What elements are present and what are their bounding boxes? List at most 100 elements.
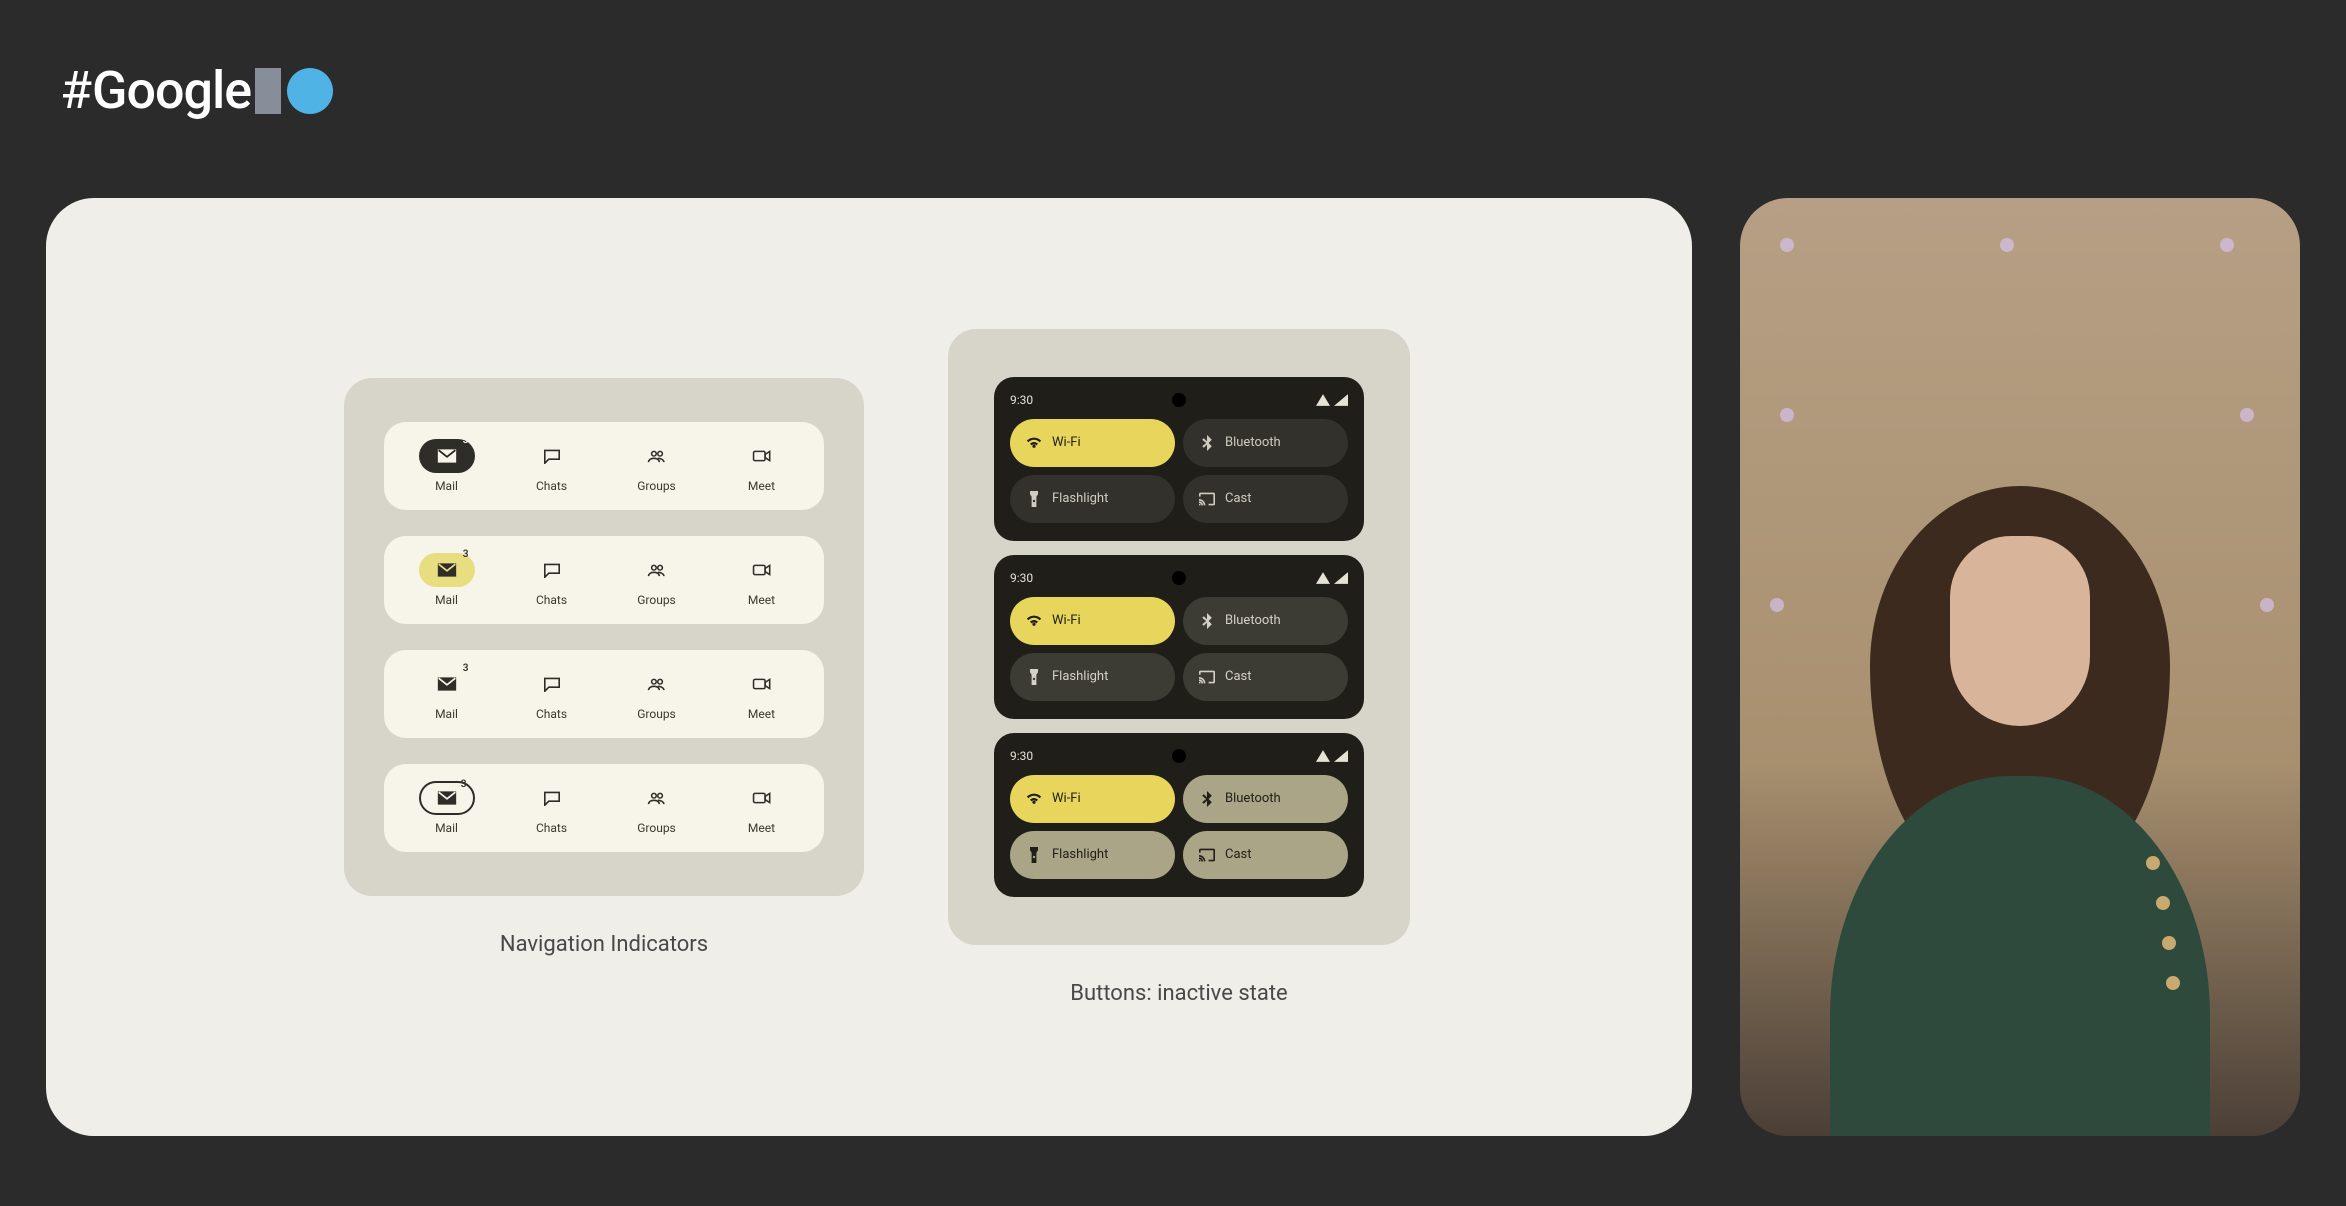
presenter-video	[1740, 198, 2300, 1136]
camera-dot-icon	[1172, 571, 1186, 585]
qs-label: Wi-Fi	[1052, 791, 1081, 806]
nav-row: 3 Mail Chats Groups Meet	[384, 764, 824, 852]
nav-label: Mail	[435, 593, 458, 607]
groups-icon	[629, 439, 685, 473]
nav-label: Groups	[637, 707, 676, 721]
qs-label: Bluetooth	[1225, 435, 1281, 450]
nav-label: Chats	[536, 707, 567, 721]
qs-label: Cast	[1225, 669, 1252, 684]
slide-card: 3 Mail Chats Groups	[46, 198, 1692, 1136]
chat-icon	[524, 781, 580, 815]
qs-label: Flashlight	[1052, 669, 1108, 684]
nav-row: 3 Mail Chats Groups Meet	[384, 536, 824, 624]
nav-row: 3 Mail Chats Groups Meet	[384, 650, 824, 738]
nav-label: Chats	[536, 821, 567, 835]
status-time: 9:30	[1010, 749, 1033, 763]
google-io-logo: # Google	[60, 60, 333, 121]
chat-icon	[524, 553, 580, 587]
nav-indicator-gallery: 3 Mail Chats Groups	[344, 378, 864, 896]
nav-groups[interactable]: Groups	[612, 553, 702, 607]
logo-io-mark	[255, 68, 333, 114]
nav-mail[interactable]: 3 Mail	[402, 781, 492, 835]
nav-mail[interactable]: 3 Mail	[402, 553, 492, 607]
qs-label: Bluetooth	[1225, 791, 1281, 806]
nav-label: Meet	[748, 707, 775, 721]
nav-meet[interactable]: Meet	[717, 439, 807, 493]
qs-panel: 9:30 Wi-Fi Bluetooth Flashlight Cast	[994, 733, 1364, 897]
nav-label: Groups	[637, 821, 676, 835]
qs-label: Flashlight	[1052, 847, 1108, 862]
qs-cast[interactable]: Cast	[1183, 475, 1348, 523]
nav-label: Chats	[536, 593, 567, 607]
status-icons	[1316, 572, 1348, 584]
nav-row: 3 Mail Chats Groups	[384, 422, 824, 510]
nav-groups[interactable]: Groups	[612, 667, 702, 721]
chat-icon	[524, 667, 580, 701]
nav-meet[interactable]: Meet	[717, 553, 807, 607]
nav-label: Mail	[435, 821, 458, 835]
nav-chats[interactable]: Chats	[507, 439, 597, 493]
nav-label: Groups	[637, 593, 676, 607]
nav-groups[interactable]: Groups	[612, 439, 702, 493]
qs-label: Flashlight	[1052, 491, 1108, 506]
qs-wifi[interactable]: Wi-Fi	[1010, 775, 1175, 823]
presenter-figure	[1790, 456, 2250, 1136]
camera-dot-icon	[1172, 749, 1186, 763]
button-state-gallery: 9:30 Wi-Fi B	[948, 329, 1410, 945]
mail-badge: 3	[463, 663, 469, 674]
logo-text: Google	[92, 60, 251, 121]
qs-wifi[interactable]: Wi-Fi	[1010, 419, 1175, 467]
mail-icon: 3	[419, 667, 475, 701]
qs-cast[interactable]: Cast	[1183, 653, 1348, 701]
qs-bluetooth[interactable]: Bluetooth	[1183, 419, 1348, 467]
nav-mail[interactable]: 3 Mail	[402, 667, 492, 721]
nav-label: Mail	[435, 479, 458, 493]
nav-label: Mail	[435, 707, 458, 721]
qs-caption: Buttons: inactive state	[1070, 981, 1287, 1006]
nav-label: Meet	[748, 479, 775, 493]
status-time: 9:30	[1010, 393, 1033, 407]
qs-flashlight[interactable]: Flashlight	[1010, 653, 1175, 701]
mail-icon: 3	[419, 781, 475, 815]
mail-icon: 3	[419, 553, 475, 587]
status-time: 9:30	[1010, 571, 1033, 585]
mail-badge: 3	[463, 549, 469, 560]
nav-mail[interactable]: 3 Mail	[402, 439, 492, 493]
nav-chats[interactable]: Chats	[507, 781, 597, 835]
status-bar: 9:30	[1010, 569, 1348, 587]
groups-icon	[629, 667, 685, 701]
meet-icon	[734, 553, 790, 587]
camera-dot-icon	[1172, 393, 1186, 407]
qs-bluetooth[interactable]: Bluetooth	[1183, 775, 1348, 823]
logo-hash: #	[60, 60, 92, 121]
groups-icon	[629, 553, 685, 587]
groups-icon	[629, 781, 685, 815]
status-icons	[1316, 394, 1348, 406]
qs-panel: 9:30 Wi-Fi Bluetooth Flashlight Cast	[994, 555, 1364, 719]
qs-label: Wi-Fi	[1052, 435, 1081, 450]
nav-meet[interactable]: Meet	[717, 667, 807, 721]
nav-label: Meet	[748, 593, 775, 607]
nav-chats[interactable]: Chats	[507, 667, 597, 721]
nav-label: Meet	[748, 821, 775, 835]
nav-label: Chats	[536, 479, 567, 493]
mail-icon: 3	[419, 439, 475, 473]
qs-label: Cast	[1225, 491, 1252, 506]
nav-chats[interactable]: Chats	[507, 553, 597, 607]
qs-bluetooth[interactable]: Bluetooth	[1183, 597, 1348, 645]
nav-meet[interactable]: Meet	[717, 781, 807, 835]
mail-badge: 3	[463, 435, 469, 446]
qs-label: Bluetooth	[1225, 613, 1281, 628]
qs-panel: 9:30 Wi-Fi B	[994, 377, 1364, 541]
meet-icon	[734, 781, 790, 815]
qs-flashlight[interactable]: Flashlight	[1010, 475, 1175, 523]
nav-groups[interactable]: Groups	[612, 781, 702, 835]
status-bar: 9:30	[1010, 747, 1348, 765]
nav-label: Groups	[637, 479, 676, 493]
qs-wifi[interactable]: Wi-Fi	[1010, 597, 1175, 645]
qs-flashlight[interactable]: Flashlight	[1010, 831, 1175, 879]
meet-icon	[734, 439, 790, 473]
status-bar: 9:30	[1010, 391, 1348, 409]
qs-cast[interactable]: Cast	[1183, 831, 1348, 879]
qs-label: Wi-Fi	[1052, 613, 1081, 628]
